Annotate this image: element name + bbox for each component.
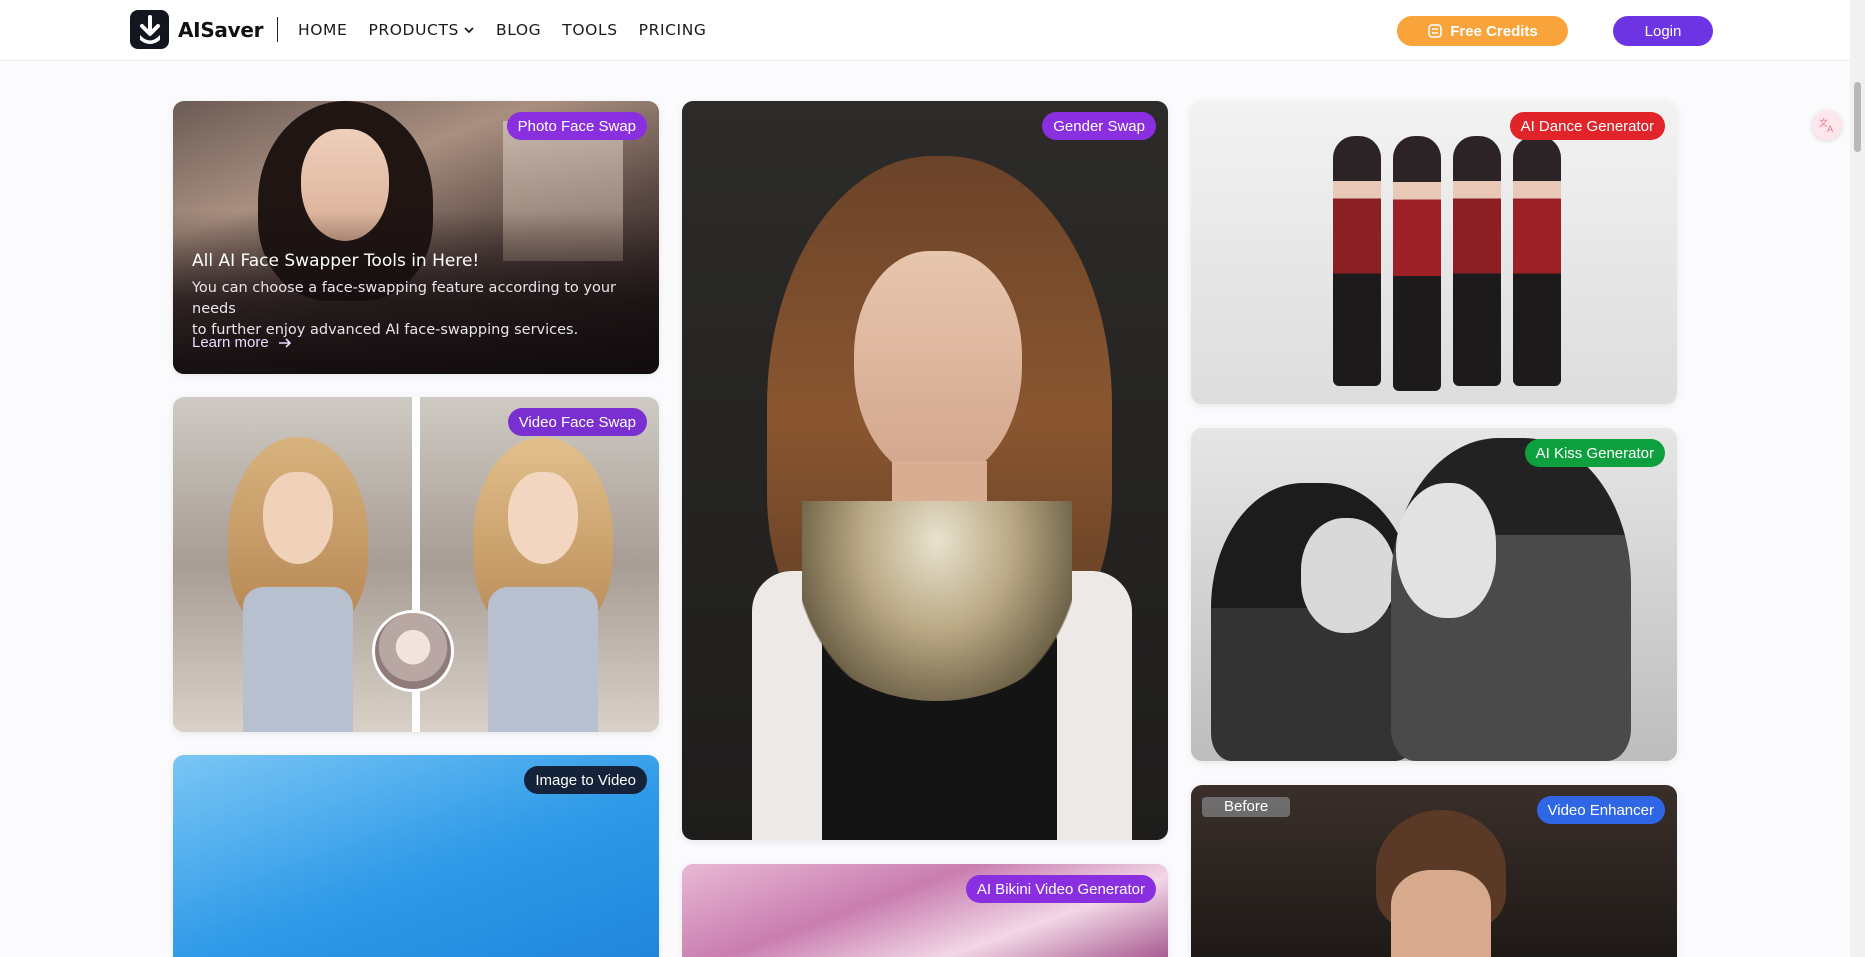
tag-video-face-swap: Video Face Swap xyxy=(507,408,647,436)
card-dance-dancer-3 xyxy=(1453,136,1501,386)
logo[interactable]: AISaver xyxy=(130,10,263,49)
tag-video-enhancer: Video Enhancer xyxy=(1536,796,1665,824)
card-kiss-person-left xyxy=(1211,483,1416,761)
learn-more-label: Learn more xyxy=(192,334,269,351)
card-image-to-video[interactable]: Image to Video xyxy=(173,755,659,957)
tag-gender-swap: Gender Swap xyxy=(1042,112,1156,140)
card-enhancer-face xyxy=(1391,870,1491,957)
nav-home-label: HOME xyxy=(298,21,348,39)
card-video-top-left xyxy=(243,587,353,732)
card-video-face-right xyxy=(508,472,578,564)
tag-ai-dance-generator: AI Dance Generator xyxy=(1509,112,1665,140)
card-video-face-left xyxy=(263,472,333,564)
tag-ai-kiss-generator: AI Kiss Generator xyxy=(1524,439,1665,467)
nav-products[interactable]: PRODUCTS xyxy=(368,21,475,39)
nav-tools-label: TOOLS xyxy=(562,21,618,39)
nav-blog-label: BLOG xyxy=(495,21,542,39)
tag-image-to-video: Image to Video xyxy=(524,766,647,794)
logo-divider xyxy=(277,17,278,42)
card-photo-desc-line1: You can choose a face-swapping feature a… xyxy=(192,280,616,317)
card-dance-dancer-2 xyxy=(1393,136,1441,391)
card-video-source-face-avatar xyxy=(372,610,454,692)
free-credits-button[interactable]: Free Credits xyxy=(1397,16,1568,46)
card-dance-dancer-4 xyxy=(1513,136,1561,386)
card-video-enhancer[interactable]: Before Video Enhancer xyxy=(1191,785,1677,957)
nav-home[interactable]: HOME xyxy=(298,21,347,39)
nav-pricing[interactable]: PRICING xyxy=(639,21,707,39)
card-gender-face xyxy=(854,251,1022,481)
chevron-down-icon xyxy=(464,27,474,34)
logo-text: AISaver xyxy=(178,17,264,42)
login-label: Login xyxy=(1644,22,1682,40)
coin-icon xyxy=(1428,24,1443,38)
nav-pricing-label: PRICING xyxy=(638,21,707,39)
learn-more-link[interactable]: Learn more xyxy=(192,334,292,351)
logo-download-icon xyxy=(130,10,169,49)
before-label: Before xyxy=(1202,797,1291,817)
translate-icon[interactable]: 文 A xyxy=(1812,110,1842,140)
card-ai-bikini-video-generator[interactable]: AI Bikini Video Generator xyxy=(682,864,1168,957)
login-button[interactable]: Login xyxy=(1613,16,1713,46)
card-ai-dance-generator[interactable]: AI Dance Generator xyxy=(1191,101,1677,404)
card-photo-title: All AI Face Swapper Tools in Here! xyxy=(192,251,480,271)
card-dance-dancer-1 xyxy=(1333,136,1381,386)
card-photo-text: All AI Face Swapper Tools in Here! You c… xyxy=(192,251,631,341)
card-gender-necklace xyxy=(802,501,1072,701)
card-photo-face-swap[interactable]: Photo Face Swap All AI Face Swapper Tool… xyxy=(173,101,659,374)
main-nav: HOME PRODUCTS BLOG TOOLS PRICING xyxy=(298,0,707,60)
card-video-face-swap[interactable]: Video Face Swap xyxy=(173,397,659,732)
free-credits-label: Free Credits xyxy=(1450,22,1538,40)
card-gender-swap[interactable]: Gender Swap xyxy=(682,101,1168,840)
tag-photo-face-swap: Photo Face Swap xyxy=(506,112,647,140)
site-header: AISaver HOME PRODUCTS BLOG TOOLS PRICING… xyxy=(0,0,1850,61)
svg-text:A: A xyxy=(1827,125,1834,134)
nav-blog[interactable]: BLOG xyxy=(496,21,541,39)
page-scrollbar-thumb[interactable] xyxy=(1854,82,1861,152)
card-ai-kiss-generator[interactable]: AI Kiss Generator xyxy=(1191,428,1677,761)
arrow-right-icon xyxy=(278,337,291,348)
card-kiss-face-right xyxy=(1396,483,1496,618)
card-video-top-right xyxy=(488,587,598,732)
nav-tools[interactable]: TOOLS xyxy=(562,21,617,39)
tag-ai-bikini-video-generator: AI Bikini Video Generator xyxy=(965,875,1156,903)
card-kiss-face-left xyxy=(1301,518,1396,633)
nav-products-label: PRODUCTS xyxy=(368,21,459,39)
